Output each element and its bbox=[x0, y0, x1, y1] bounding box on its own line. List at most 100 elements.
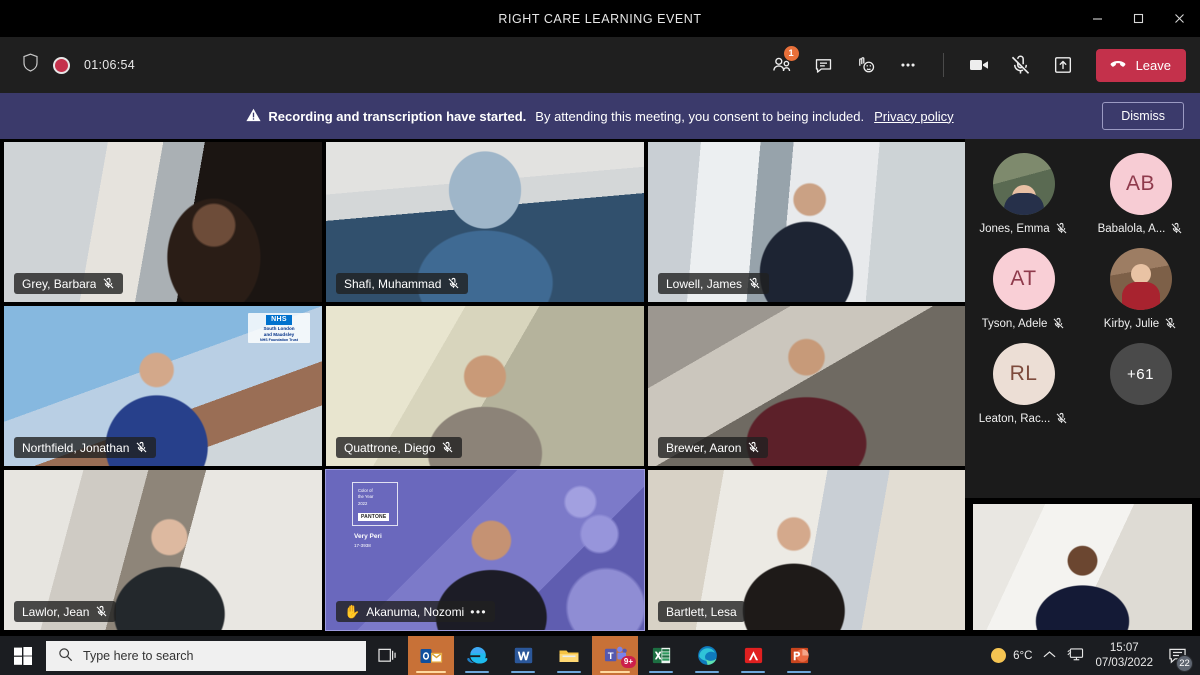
teams-notification-badge: 9+ bbox=[620, 656, 636, 668]
app-running-indicator bbox=[465, 670, 489, 673]
video-tile[interactable]: Lawlor, Jean bbox=[4, 470, 322, 630]
video-tile-active-speaker[interactable]: Color of the Year 2022 PANTONE Very Peri 17… bbox=[325, 469, 645, 631]
show-hidden-icons-chevron[interactable] bbox=[1043, 650, 1056, 662]
tile-name-chip: Lawlor, Jean bbox=[14, 601, 117, 622]
app-running-indicator bbox=[557, 670, 581, 673]
clock[interactable]: 15:07 07/03/2022 bbox=[1095, 641, 1153, 670]
app-running-indicator bbox=[511, 670, 535, 673]
clock-date: 07/03/2022 bbox=[1095, 656, 1153, 669]
system-tray: 6°C 15:07 07/03/2022 22 bbox=[991, 641, 1200, 672]
file-explorer-taskbar-icon[interactable] bbox=[546, 636, 592, 675]
video-tile[interactable]: Shafi, Muhammad bbox=[326, 142, 644, 302]
video-tile[interactable]: Brewer, Aaron bbox=[648, 306, 965, 466]
microsoft-edge-taskbar-icon[interactable] bbox=[684, 636, 730, 675]
video-tile[interactable]: Bartlett, Lesa bbox=[648, 470, 965, 630]
microphone-muted-icon bbox=[749, 277, 760, 289]
participant-roster-pane: Jones, Emma AB Babalola, A... AT Tyson, … bbox=[965, 139, 1200, 636]
video-stage: Grey, Barbara Shafi, Muhammad Lowell, Ja… bbox=[0, 139, 965, 636]
roster-participant[interactable]: Jones, Emma bbox=[965, 153, 1082, 235]
banner-content: Recording and transcription have started… bbox=[246, 108, 954, 125]
microphone-muted-icon bbox=[1053, 317, 1064, 329]
microsoft-teams-taskbar-icon[interactable]: T 9+ bbox=[592, 636, 638, 675]
people-button[interactable]: 1 bbox=[763, 46, 801, 82]
video-tile[interactable]: Quattrone, Diego bbox=[326, 306, 644, 466]
overflow-count-text: +61 bbox=[1127, 365, 1154, 383]
reactions-button[interactable] bbox=[847, 48, 885, 82]
avatar-initials: AB bbox=[1109, 153, 1172, 215]
tile-name-chip: Quattrone, Diego bbox=[336, 437, 463, 458]
network-display-icon[interactable] bbox=[1067, 647, 1084, 665]
tile-name-chip: Northfield, Jonathan bbox=[14, 437, 157, 458]
video-tile[interactable]: Grey, Barbara bbox=[4, 142, 322, 302]
toolbar-divider bbox=[942, 53, 944, 77]
tile-name-chip: Bartlett, Lesa bbox=[658, 601, 745, 622]
chat-button[interactable] bbox=[805, 48, 843, 82]
word-taskbar-icon[interactable] bbox=[500, 636, 546, 675]
participant-name: Kirby, Julie bbox=[1103, 317, 1160, 330]
leave-button[interactable]: Leave bbox=[1095, 48, 1186, 82]
close-button[interactable] bbox=[1159, 0, 1200, 37]
participant-name: Bartlett, Lesa bbox=[666, 604, 737, 619]
meeting-timer: 01:06:54 bbox=[84, 58, 136, 72]
sun-weather-icon bbox=[991, 648, 1007, 663]
video-tile[interactable]: Lowell, James bbox=[648, 142, 965, 302]
microphone-muted-button[interactable] bbox=[1002, 48, 1040, 82]
search-placeholder: Type here to search bbox=[83, 648, 194, 663]
share-screen-button[interactable] bbox=[1044, 48, 1082, 82]
microphone-muted-icon bbox=[1056, 222, 1067, 234]
app-running-indicator bbox=[695, 670, 719, 673]
adobe-acrobat-taskbar-icon[interactable] bbox=[730, 636, 776, 675]
taskbar-apps: T 9+ bbox=[408, 636, 822, 675]
privacy-policy-link[interactable]: Privacy policy bbox=[874, 109, 953, 124]
banner-headline: Recording and transcription have started… bbox=[268, 108, 527, 124]
people-count-badge: 1 bbox=[783, 46, 799, 61]
microphone-muted-icon bbox=[96, 605, 107, 617]
roster-participant[interactable]: AT Tyson, Adele bbox=[965, 248, 1082, 330]
clock-time: 15:07 bbox=[1109, 642, 1139, 655]
outlook-taskbar-icon[interactable] bbox=[408, 636, 454, 675]
tile-name-chip: Lowell, James bbox=[658, 273, 770, 294]
search-input[interactable]: Type here to search bbox=[46, 640, 366, 671]
microphone-muted-icon bbox=[1165, 317, 1176, 329]
shield-icon bbox=[22, 53, 39, 77]
task-view-icon[interactable] bbox=[366, 636, 408, 675]
pantone-swatch-graphic: Color of the Year 2022 PANTONE bbox=[352, 482, 398, 526]
roster-label: Kirby, Julie bbox=[1104, 317, 1177, 330]
dismiss-button[interactable]: Dismiss bbox=[1102, 102, 1184, 130]
roster-participant[interactable]: AB Babalola, A... bbox=[1082, 153, 1199, 235]
avatar-initials-text: RL bbox=[1009, 362, 1038, 385]
more-options-button[interactable] bbox=[889, 48, 927, 82]
powerpoint-taskbar-icon[interactable] bbox=[776, 636, 822, 675]
raised-hand-icon: ✋ bbox=[344, 604, 361, 619]
toolbar-right-group: 1 Leave bbox=[763, 46, 1200, 82]
participant-name: Brewer, Aaron bbox=[666, 440, 742, 455]
participant-name: Shafi, Muhammad bbox=[344, 276, 442, 291]
hangup-icon bbox=[1108, 54, 1128, 77]
camera-button[interactable] bbox=[960, 48, 998, 82]
windows-start-icon[interactable] bbox=[0, 636, 46, 675]
action-center-icon[interactable]: 22 bbox=[1164, 643, 1193, 672]
tile-name-chip: ✋ Akanuma, Nozomi ••• bbox=[336, 601, 496, 622]
leave-button-label: Leave bbox=[1135, 57, 1171, 73]
excel-taskbar-icon[interactable] bbox=[638, 636, 684, 675]
maximize-button[interactable] bbox=[1118, 0, 1159, 37]
search-icon bbox=[58, 647, 73, 665]
video-tile[interactable]: NHS South London and Maudsley NHS Foundati… bbox=[4, 306, 322, 466]
self-video-preview[interactable] bbox=[965, 498, 1200, 636]
avatar-initials: RL bbox=[992, 343, 1055, 405]
tile-name-chip: Shafi, Muhammad bbox=[336, 273, 469, 294]
app-running-indicator bbox=[787, 670, 811, 673]
roster-participant[interactable]: Kirby, Julie bbox=[1082, 248, 1199, 330]
microphone-muted-icon bbox=[448, 277, 459, 289]
minimize-button[interactable] bbox=[1077, 0, 1118, 37]
meeting-toolbar: 01:06:54 1 Leave bbox=[0, 37, 1200, 93]
microphone-muted-icon bbox=[1171, 222, 1182, 234]
roster-label: Leaton, Rac... bbox=[979, 412, 1069, 425]
participant-name: Lawlor, Jean bbox=[22, 604, 90, 619]
tile-more-options-icon[interactable]: ••• bbox=[470, 605, 487, 619]
app-running-indicator bbox=[741, 670, 765, 673]
weather-widget[interactable]: 6°C bbox=[991, 648, 1032, 663]
roster-participant[interactable]: RL Leaton, Rac... bbox=[965, 343, 1082, 425]
roster-overflow-count[interactable]: +61 bbox=[1082, 343, 1199, 425]
internet-explorer-taskbar-icon[interactable] bbox=[454, 636, 500, 675]
